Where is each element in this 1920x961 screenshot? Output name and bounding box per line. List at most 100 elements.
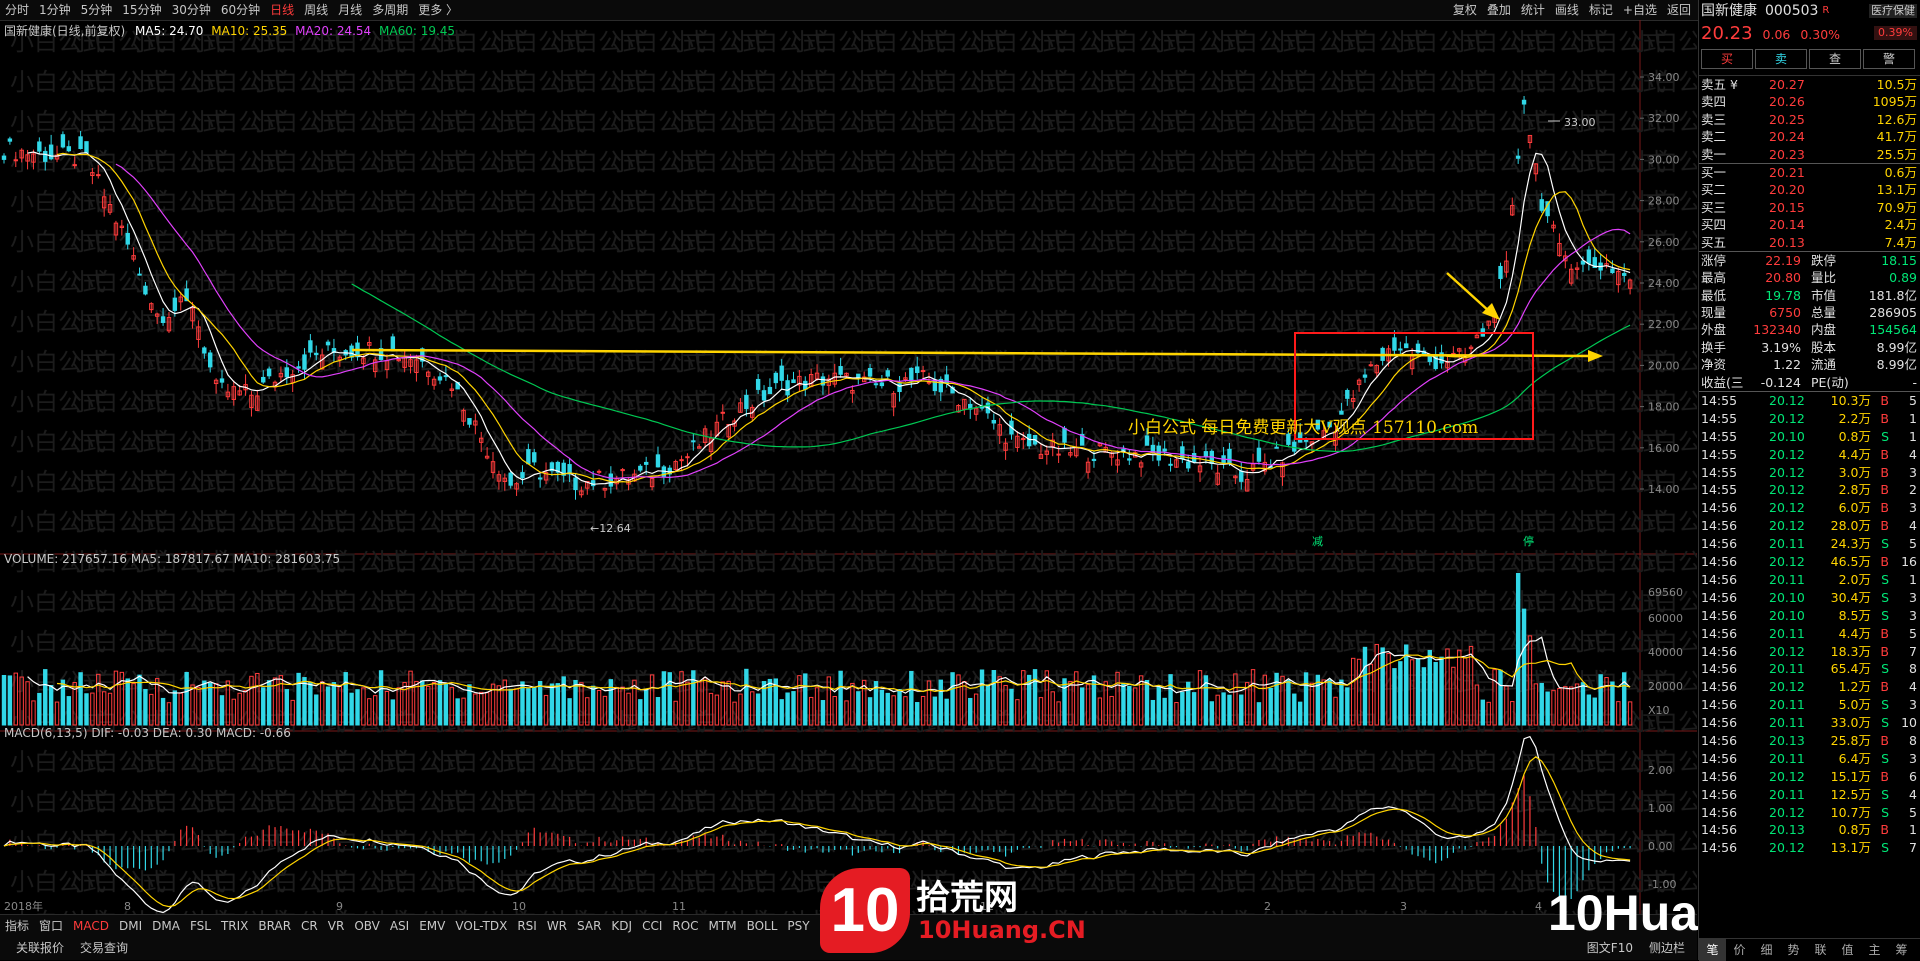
indicator-tab-4[interactable]: DMA [147, 915, 185, 937]
tick-count: 7 [1909, 643, 1917, 659]
panel-tab-0[interactable]: 笔 [1699, 939, 1726, 961]
indicator-tab-10[interactable]: OBV [349, 915, 385, 937]
indicator-tab-21[interactable]: BOLL [742, 915, 783, 937]
candle-body [926, 381, 932, 384]
period-toolbar: 分时 1分钟 5分钟 15分钟 30分钟 60分钟 日线 周线 月线 多周期 更多 〉 复权 叠加 统计… [0, 0, 1700, 21]
sector-label[interactable]: 医疗保健 [1869, 4, 1917, 18]
volume-bar [638, 699, 643, 726]
tick-side: B [1880, 822, 1889, 838]
indicator-tab-0[interactable]: 指标 [0, 915, 34, 937]
asks-price: 20.26 [1769, 94, 1805, 110]
watermark-text: 小白公式 [1630, 28, 1697, 56]
tick-time: 14:56 [1701, 661, 1738, 677]
asks-price: 20.23 [1769, 146, 1805, 162]
indicator-tab-12[interactable]: EMV [414, 915, 450, 937]
indicator-tab-13[interactable]: VOL-TDX [450, 915, 512, 937]
candle-body [125, 232, 130, 245]
panel-tab-2[interactable]: 细 [1753, 939, 1780, 961]
indicator-tab-11[interactable]: ASI [385, 915, 414, 937]
period-9[interactable]: 多周期 [367, 0, 413, 20]
indicator-tab-19[interactable]: ROC [667, 915, 703, 937]
period-10[interactable]: 更多 〉 [413, 0, 463, 20]
stat-value: 154564 [1869, 322, 1917, 338]
status-item-1[interactable]: 交易查询 [72, 937, 136, 960]
indicator-tab-22[interactable]: PSY [782, 915, 814, 937]
tick-price: 20.11 [1769, 571, 1805, 587]
toolbar-action-2[interactable]: 统计 [1516, 0, 1550, 20]
logo-domain: 10Huang.CN [918, 916, 1086, 944]
tick-volume: 13.1万 [1830, 840, 1871, 856]
candle-body [791, 379, 796, 384]
volume-bar [785, 692, 790, 726]
tick-price: 20.12 [1769, 482, 1805, 498]
period-7[interactable]: 周线 [299, 0, 333, 20]
stat-value: 8.99亿 [1876, 357, 1917, 373]
panel-tab-5[interactable]: 值 [1834, 939, 1861, 961]
toolbar-action-3[interactable]: 画线 [1550, 0, 1584, 20]
indicator-tab-5[interactable]: FSL [185, 915, 216, 937]
asks-row: 卖五 ¥ 20.27 10.5万 [1699, 76, 1920, 93]
indicator-tab-14[interactable]: RSI [512, 915, 542, 937]
indicator-tab-9[interactable]: VR [323, 915, 350, 937]
indicator-tab-18[interactable]: CCI [637, 915, 667, 937]
panel-tab-4[interactable]: 联 [1807, 939, 1834, 961]
indicator-tab-15[interactable]: WR [542, 915, 572, 937]
panel-tab-3[interactable]: 势 [1780, 939, 1807, 961]
status-item-0[interactable]: 关联报价 [8, 937, 72, 960]
indicator-tab-8[interactable]: CR [296, 915, 323, 937]
toolbar-action-4[interactable]: 标记 [1584, 0, 1618, 20]
volume-bar [48, 685, 54, 726]
indicator-tab-3[interactable]: DMI [114, 915, 147, 937]
toolbar-action-5[interactable]: +自选 [1618, 0, 1662, 20]
price-tick-label: 16.00 [1648, 442, 1680, 455]
toolbar-action-0[interactable]: 复权 [1448, 0, 1482, 20]
volume-bar [1180, 691, 1185, 726]
trade-button-2[interactable]: 查 [1809, 49, 1861, 69]
indicator-tab-7[interactable]: BRAR [253, 915, 296, 937]
indicator-tab-2[interactable]: MACD [68, 915, 114, 937]
indicator-tab-17[interactable]: KDJ [606, 915, 637, 937]
indicator-tab-20[interactable]: MTM [704, 915, 742, 937]
tick-time: 14:55 [1701, 446, 1738, 462]
indicator-tab-1[interactable]: 窗口 [34, 915, 68, 937]
trade-button-3[interactable]: 警 [1863, 49, 1915, 69]
tick-list[interactable]: 14:55 20.12 10.3万 B 5 14:55 20.12 2.2万 B 1 14:55 20… [1699, 392, 1920, 864]
trade-button-0[interactable]: 买 [1701, 49, 1753, 69]
panel-tab-1[interactable]: 价 [1726, 939, 1753, 961]
price-tick-label: 32.00 [1648, 112, 1680, 125]
bids-price: 20.15 [1769, 199, 1805, 215]
period-8[interactable]: 月线 [333, 0, 367, 20]
period-3[interactable]: 15分钟 [117, 0, 166, 20]
period-5[interactable]: 60分钟 [216, 0, 265, 20]
tick-volume: 2.2万 [1838, 410, 1871, 426]
toolbar-action-6[interactable]: 返回 [1662, 0, 1696, 20]
volume-bar [349, 692, 354, 726]
volume-bar [66, 696, 72, 726]
candle-body [66, 146, 72, 152]
panel-tab-6[interactable]: 主 [1861, 939, 1888, 961]
kline-chart[interactable]: 小白公式小白公式小白公式小白公式小白公式小白公式小白公式小白公式小白公式小白公式… [0, 20, 1697, 915]
toolbar-action-1[interactable]: 叠加 [1482, 0, 1516, 20]
period-4[interactable]: 30分钟 [167, 0, 216, 20]
tick-side: S [1881, 607, 1889, 623]
period-1[interactable]: 1分钟 [34, 0, 76, 20]
tick-price: 20.12 [1769, 410, 1805, 426]
indicator-tab-6[interactable]: TRIX [216, 915, 253, 937]
tick-row: 14:56 20.12 10.7万 S 5 [1699, 804, 1920, 822]
period-6[interactable]: 日线 [265, 0, 299, 20]
tick-count: 5 [1909, 393, 1917, 409]
tick-price: 20.12 [1769, 464, 1805, 480]
tick-price: 20.13 [1769, 732, 1805, 748]
candle-body [1427, 356, 1432, 362]
period-2[interactable]: 5分钟 [76, 0, 118, 20]
tick-volume: 18.3万 [1830, 643, 1871, 659]
tick-volume: 46.5万 [1830, 554, 1871, 570]
volume-bar [1, 674, 7, 726]
candle-body [920, 370, 926, 373]
price-tick-label: 18.00 [1648, 401, 1680, 414]
period-0[interactable]: 分时 [0, 0, 34, 20]
trade-button-1[interactable]: 卖 [1755, 49, 1807, 69]
panel-tab-7[interactable]: 筹 [1888, 939, 1915, 961]
indicator-tab-16[interactable]: SAR [572, 915, 606, 937]
stat-key: PE(动) [1811, 374, 1849, 390]
